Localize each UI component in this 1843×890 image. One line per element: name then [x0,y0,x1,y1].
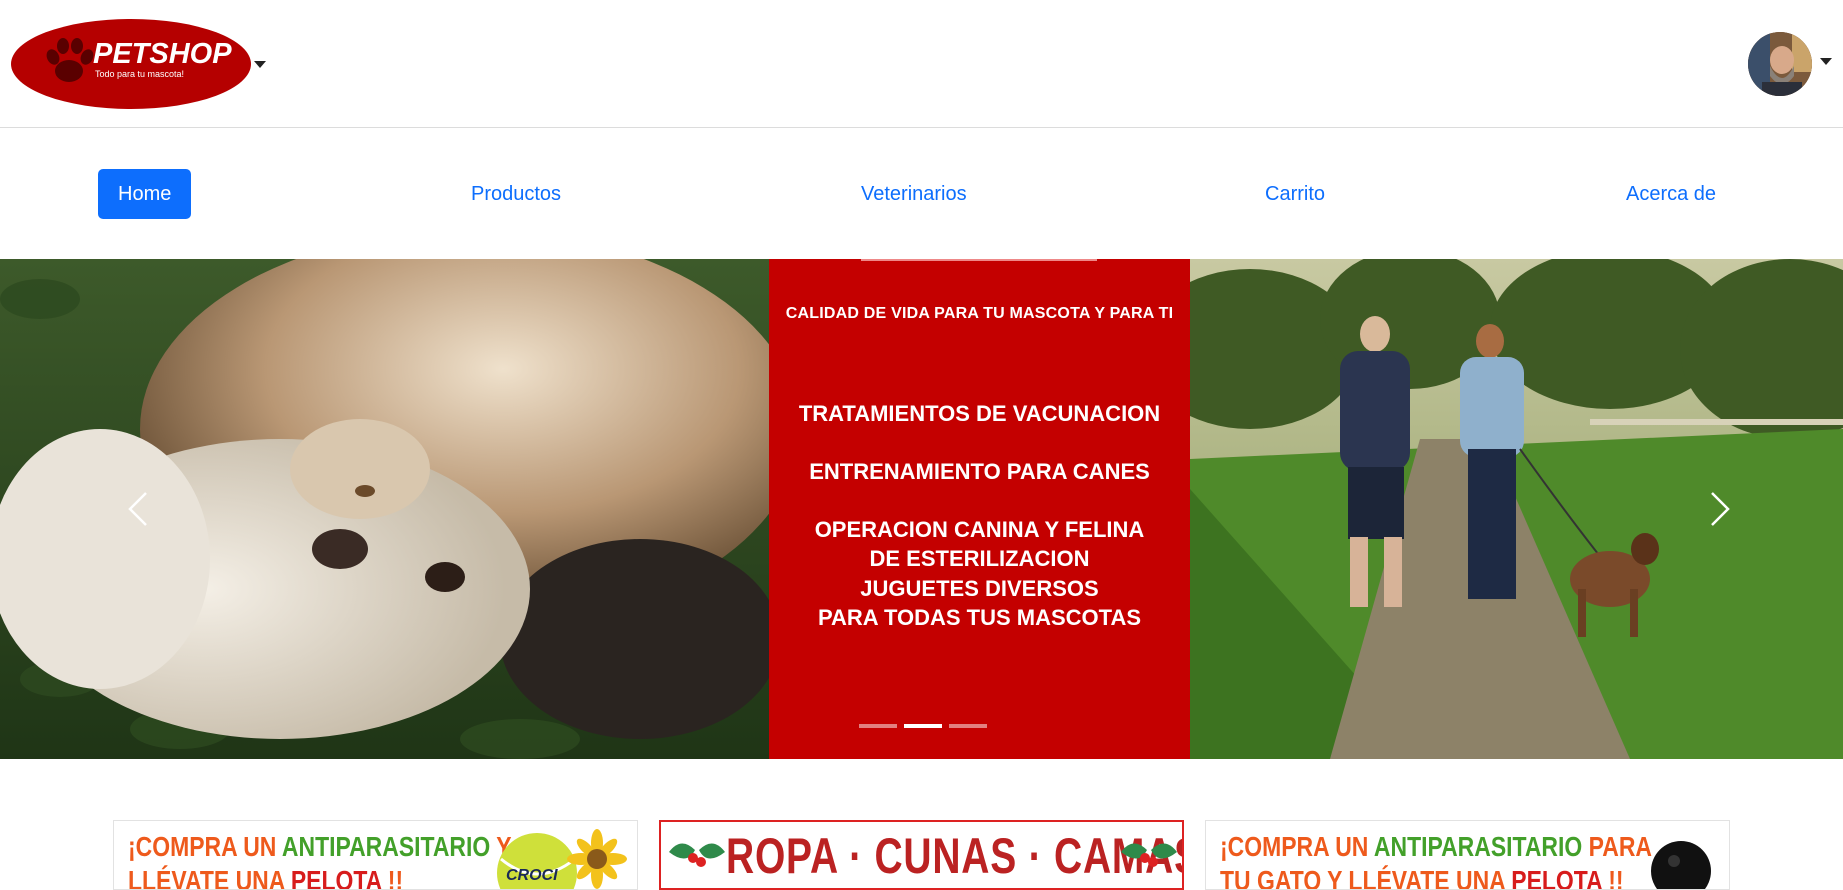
carousel-next-button[interactable] [1690,459,1750,559]
croci-brand-mark: CROCI [506,867,558,884]
carousel-indicator-2[interactable] [904,724,942,728]
carousel-indicators [859,724,1099,728]
brand-logo[interactable]: PETSHOP Todo para tu mascota! [11,19,251,109]
promo-card-antiparasitario-perro[interactable]: ¡COMPRA UN ANTIPARASITARIO Y LLÉVATE UNA… [113,820,638,890]
promo3-line1: ¡COMPRA UN ANTIPARASITARIO PARA [1220,831,1652,862]
nav-carrito[interactable]: Carrito [1265,169,1325,219]
services-panel: CALIDAD DE VIDA PARA TU MASCOTA Y PARA T… [769,259,1190,759]
service-operacion-line2: DE ESTERILIZACION [869,546,1090,571]
promo1-line1: ¡COMPRA UN ANTIPARASITARIO Y [128,831,512,862]
nav-acerca-de[interactable]: Acerca de [1626,169,1716,219]
promo-card-antiparasitario-gato[interactable]: ¡COMPRA UN ANTIPARASITARIO PARA TU GATO … [1205,820,1730,890]
service-entrenamiento: ENTRENAMIENTO PARA CANES [809,459,1150,484]
user-avatar[interactable] [1748,32,1812,96]
carousel-indicator-3[interactable] [949,724,987,728]
panel-divider [861,259,1097,261]
chevron-right-icon [1711,492,1730,526]
nav-home[interactable]: Home [98,169,192,219]
nav-productos[interactable]: Productos [471,169,561,219]
promo-card-ropa-cunas-camas[interactable]: ROPA · CUNAS · CAMAS [659,820,1184,890]
promo3-line2: TU GATO Y LLÉVATE UNA PELOTA !! [1220,865,1624,890]
promo-section: ¡COMPRA UN ANTIPARASITARIO Y LLÉVATE UNA… [0,820,1843,890]
brand-subtitle: Todo para tu mascota! [95,69,185,79]
carousel-indicator-1[interactable] [859,724,897,728]
holly-left-icon [669,843,725,867]
user-dropdown-caret-icon[interactable] [1820,58,1832,65]
nav-veterinarios[interactable]: Veterinarios [861,169,967,219]
paw-icon [46,38,94,82]
chevron-left-icon [128,492,147,526]
panel-tagline: CALIDAD DE VIDA PARA TU MASCOTA Y PARA T… [785,305,1174,322]
service-juguetes-line1: JUGUETES DIVERSOS [860,576,1099,601]
hero-carousel: CALIDAD DE VIDA PARA TU MASCOTA Y PARA T… [0,259,1843,759]
service-vacunacion: TRATAMIENTOS DE VACUNACION [798,401,1161,426]
carousel-prev-button[interactable] [108,459,168,559]
service-juguetes-line2: PARA TODAS TUS MASCOTAS [817,605,1142,630]
main-nav: Home Productos Veterinarios Carrito Acer… [0,128,1843,259]
brand-dropdown-caret-icon[interactable] [254,61,266,68]
promo1-line2: LLÉVATE UNA PELOTA !! [128,865,404,890]
brand-title: PETSHOP [93,38,232,70]
holly-right-icon [1121,843,1177,867]
avatar-photo [1748,32,1812,96]
top-header: PETSHOP Todo para tu mascota! [0,0,1843,128]
promo2-title: ROPA · CUNAS · CAMAS [726,828,1184,884]
black-ball-icon [1651,841,1711,889]
service-operacion-line1: OPERACION CANINA Y FELINA [814,517,1145,542]
